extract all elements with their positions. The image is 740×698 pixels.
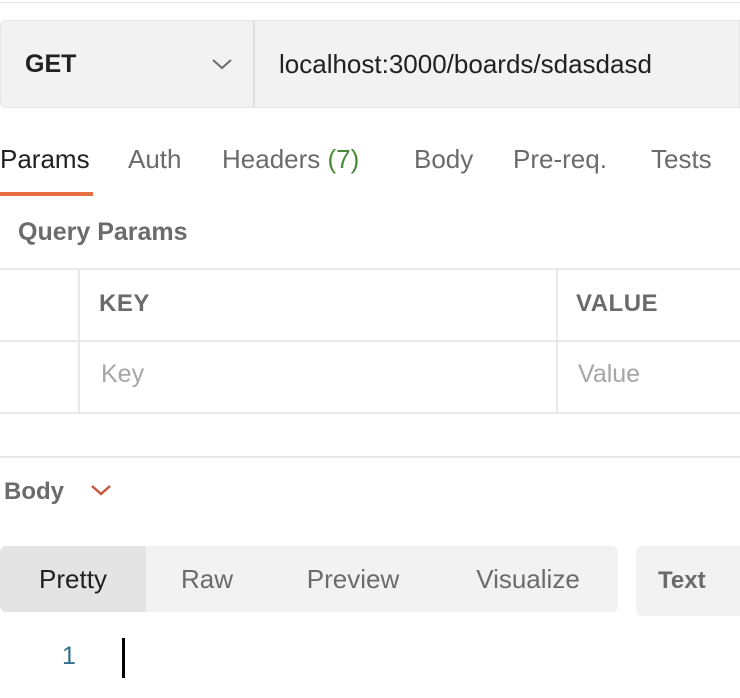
tab-params[interactable]: Params bbox=[0, 144, 90, 175]
table-column-divider bbox=[556, 268, 558, 414]
view-preview-button[interactable]: Preview bbox=[268, 546, 438, 612]
tab-tests[interactable]: Tests bbox=[651, 144, 712, 175]
table-bottom-border bbox=[0, 412, 740, 414]
tab-headers[interactable]: Headers (7) bbox=[222, 144, 359, 175]
request-bar: GET localhost:3000/boards/sdasdasd bbox=[0, 20, 740, 108]
response-body-toggle[interactable]: Body bbox=[4, 478, 112, 506]
chevron-down-icon bbox=[90, 483, 112, 502]
request-tabs: Params Auth Headers (7) Body Pre-req. Te… bbox=[0, 130, 740, 196]
value-column-header: VALUE bbox=[576, 290, 659, 317]
view-pretty-button[interactable]: Pretty bbox=[0, 546, 146, 612]
response-view-toggle: Pretty Raw Preview Visualize bbox=[0, 546, 618, 612]
view-raw-button[interactable]: Raw bbox=[146, 546, 268, 612]
text-cursor bbox=[122, 638, 125, 678]
response-editor[interactable]: 1 bbox=[0, 630, 740, 698]
headers-count-badge: (7) bbox=[327, 144, 360, 174]
method-select[interactable]: GET bbox=[0, 20, 253, 108]
chevron-down-icon bbox=[211, 57, 233, 71]
active-tab-indicator bbox=[0, 192, 93, 196]
table-top-border bbox=[0, 268, 740, 270]
table-column-divider bbox=[78, 268, 80, 414]
key-input[interactable]: Key bbox=[101, 360, 144, 389]
top-divider bbox=[0, 2, 740, 3]
line-number: 1 bbox=[62, 642, 76, 670]
query-params-table: KEY VALUE Key Value bbox=[0, 268, 740, 414]
tab-pre-request[interactable]: Pre-req. bbox=[513, 144, 607, 175]
value-input[interactable]: Value bbox=[578, 360, 640, 389]
query-params-title: Query Params bbox=[18, 218, 188, 246]
key-column-header: KEY bbox=[99, 290, 150, 317]
section-divider bbox=[0, 456, 740, 458]
url-input[interactable]: localhost:3000/boards/sdasdasd bbox=[253, 20, 740, 108]
method-label: GET bbox=[25, 49, 77, 78]
tab-auth[interactable]: Auth bbox=[128, 144, 182, 175]
table-row-border bbox=[0, 340, 740, 342]
view-visualize-button[interactable]: Visualize bbox=[438, 546, 618, 612]
tab-headers-label: Headers bbox=[222, 144, 321, 174]
response-body-title: Body bbox=[4, 478, 64, 505]
tab-body[interactable]: Body bbox=[414, 144, 473, 175]
response-format-select[interactable]: Text bbox=[636, 546, 740, 616]
